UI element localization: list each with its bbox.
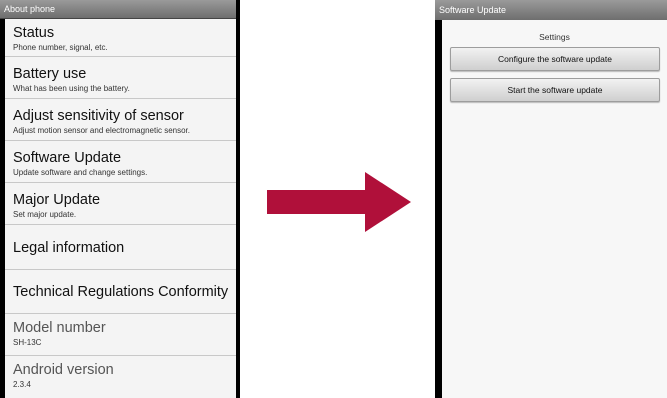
item-title: Model number [13, 320, 106, 336]
item-title: Major Update [13, 192, 101, 208]
item-title: Legal information [13, 240, 125, 256]
item-title: Battery use [13, 66, 87, 82]
software-update-content: Settings Configure the software update S… [442, 20, 667, 398]
settings-section-label: Settings [539, 32, 570, 42]
item-summary: 2.3.4 [13, 380, 31, 389]
list-item-major-update[interactable]: Major Update Set major update. [5, 183, 236, 225]
item-summary: Adjust motion sensor and electromagnetic… [13, 126, 190, 135]
software-update-screen: Software Update Settings Configure the s… [435, 0, 667, 398]
item-summary: What has been using the battery. [13, 84, 130, 93]
configure-software-update-button[interactable]: Configure the software update [450, 47, 660, 71]
list-item-android-version: Android version 2.3.4 [5, 356, 236, 398]
screen-title: About phone [0, 0, 236, 19]
item-title: Adjust sensitivity of sensor [13, 108, 184, 124]
list-item-status[interactable]: Status Phone number, signal, etc. [5, 19, 236, 57]
right-arrow-icon [267, 172, 411, 232]
item-title: Status [13, 25, 55, 41]
list-item-software-update[interactable]: Software Update Update software and chan… [5, 141, 236, 183]
about-phone-screen: About phone Status Phone number, signal,… [0, 0, 240, 398]
about-phone-list: Status Phone number, signal, etc. Batter… [5, 19, 236, 398]
item-summary: Set major update. [13, 210, 77, 219]
item-summary: Phone number, signal, etc. [13, 43, 108, 52]
list-item-technical-regulations[interactable]: Technical Regulations Conformity [5, 270, 236, 314]
list-item-model-number: Model number SH-13C [5, 314, 236, 356]
item-title: Android version [13, 362, 114, 378]
list-item-adjust-sensitivity[interactable]: Adjust sensitivity of sensor Adjust moti… [5, 99, 236, 141]
item-title: Technical Regulations Conformity [13, 284, 229, 300]
start-software-update-button[interactable]: Start the software update [450, 78, 660, 102]
item-summary: Update software and change settings. [13, 168, 148, 177]
list-item-legal-information[interactable]: Legal information [5, 225, 236, 270]
list-item-battery-use[interactable]: Battery use What has been using the batt… [5, 57, 236, 99]
item-title: Software Update [13, 150, 122, 166]
item-summary: SH-13C [13, 338, 42, 347]
screen-title: Software Update [435, 0, 667, 20]
